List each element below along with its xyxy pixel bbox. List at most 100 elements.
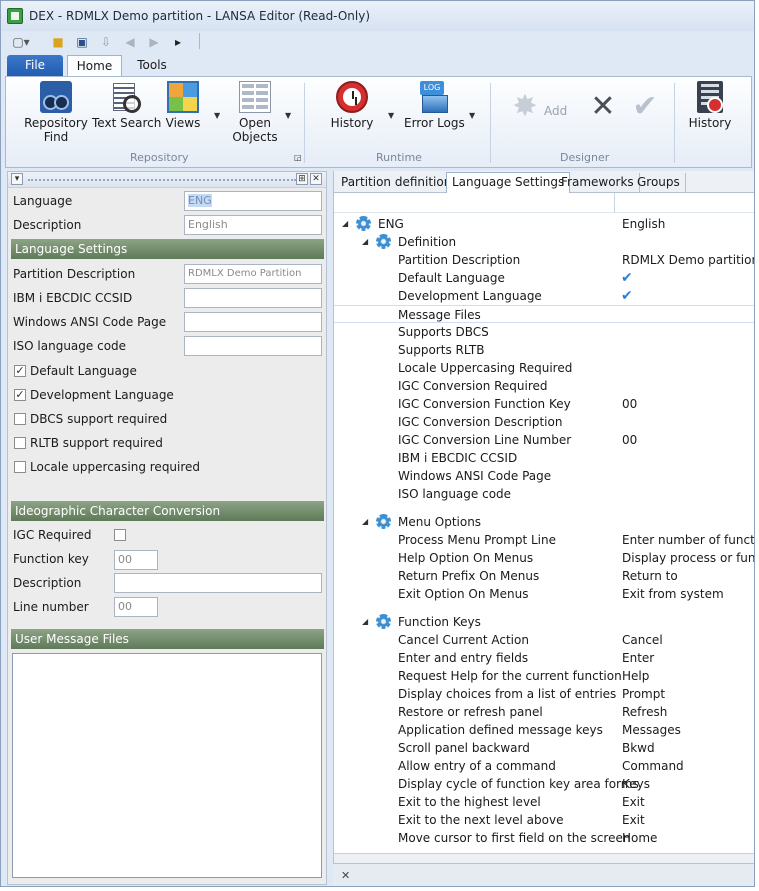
close-icon[interactable]: ✕: [341, 869, 350, 882]
open-folder-icon[interactable]: ■: [49, 33, 67, 51]
locale-uppercasing-checkbox[interactable]: [14, 461, 26, 473]
error-logs-button[interactable]: Error Logs: [404, 81, 465, 130]
more-icon[interactable]: ▸: [169, 33, 187, 51]
open-objects-button[interactable]: Open Objects: [230, 81, 280, 144]
history-button[interactable]: History: [328, 81, 376, 130]
collapse-triangle-icon[interactable]: ◢: [362, 613, 368, 631]
checkmark-icon: ✔: [621, 288, 633, 304]
development-language-checkbox[interactable]: ✓: [14, 389, 26, 401]
accept-check-icon[interactable]: ✔: [628, 91, 662, 123]
tab-partition-definition[interactable]: Partition definition: [336, 173, 458, 193]
tree-row[interactable]: IBM i EBCDIC CCSID: [334, 449, 754, 467]
tree-row[interactable]: Move cursor to first field on the screen…: [334, 829, 754, 847]
tree-row[interactable]: IGC Conversion Function Key 00: [334, 395, 754, 413]
collapse-triangle-icon[interactable]: ◢: [342, 215, 348, 233]
open-objects-label-1: Open: [238, 116, 272, 130]
description-field[interactable]: English: [184, 215, 322, 235]
rltb-checkbox[interactable]: [14, 437, 26, 449]
close-icon[interactable]: ✕: [310, 173, 322, 185]
tree-row[interactable]: Display cycle of function key area forms…: [334, 775, 754, 793]
tree-row[interactable]: Message Files: [334, 305, 754, 323]
pin-icon[interactable]: ⊞: [296, 173, 308, 185]
tab-groups[interactable]: Groups: [632, 173, 686, 193]
tree-row[interactable]: Restore or refresh panel Refresh: [334, 703, 754, 721]
back-arrow-icon[interactable]: ◀: [121, 33, 139, 51]
tree-row[interactable]: Enter and entry fields Enter: [334, 649, 754, 667]
tree-row[interactable]: Return Prefix On Menus Return to: [334, 567, 754, 585]
new-dropdown-icon[interactable]: ▢▾: [7, 33, 35, 51]
tree-row[interactable]: Allow entry of a command Command: [334, 757, 754, 775]
panel-menu-icon[interactable]: ▾: [11, 173, 23, 185]
tree-row-menu-options[interactable]: ◢ Menu Options: [334, 513, 754, 531]
history-label: History: [330, 116, 374, 130]
history-dropdown-icon[interactable]: ▼: [388, 111, 394, 120]
tree-row[interactable]: Process Menu Prompt Line Enter number of …: [334, 531, 754, 549]
text-search-button[interactable]: Text Search: [92, 81, 161, 130]
save-icon[interactable]: ▣: [73, 33, 91, 51]
tree-row[interactable]: IGC Conversion Description: [334, 413, 754, 431]
download-icon[interactable]: ⇩: [97, 33, 115, 51]
delete-x-icon[interactable]: ✕: [586, 91, 620, 123]
windows-ansi-field[interactable]: [184, 312, 322, 332]
default-language-checkbox[interactable]: ✓: [14, 365, 26, 377]
tree-row[interactable]: Exit Option On Menus Exit from system: [334, 585, 754, 603]
tree-row-root[interactable]: ◢ ENG English: [334, 215, 754, 233]
root-value: English: [622, 217, 666, 231]
horizontal-scroll-area[interactable]: [334, 853, 754, 863]
tree-row[interactable]: Scroll panel backward Bkwd: [334, 739, 754, 757]
tree-row[interactable]: Cancel Current Action Cancel: [334, 631, 754, 649]
dbcs-checkbox[interactable]: [14, 413, 26, 425]
drag-grip[interactable]: [28, 179, 296, 181]
properties-tabstrip: Partition definition Language Settings F…: [334, 171, 754, 193]
error-logs-dropdown-icon[interactable]: ▼: [469, 111, 475, 120]
tree-row[interactable]: Supports RLTB: [334, 341, 754, 359]
tree-row[interactable]: IGC Conversion Line Number 00: [334, 431, 754, 449]
add-button-label[interactable]: Add: [544, 105, 567, 118]
igc-description-field[interactable]: [114, 573, 322, 593]
partition-description-field[interactable]: RDMLX Demo Partition: [184, 264, 322, 284]
dialog-launcher-icon[interactable]: ◲: [294, 153, 302, 162]
tab-language-settings[interactable]: Language Settings: [446, 172, 571, 193]
tree-row[interactable]: Exit to the highest level Exit: [334, 793, 754, 811]
tree-row-definition[interactable]: ◢ Definition: [334, 233, 754, 251]
open-objects-icon: [239, 81, 271, 113]
collapse-triangle-icon[interactable]: ◢: [362, 233, 368, 251]
tree-row[interactable]: Application defined message keys Messages: [334, 721, 754, 739]
views-button[interactable]: Views: [162, 81, 204, 130]
tree-row[interactable]: Default Language ✔: [334, 269, 754, 287]
add-star-icon[interactable]: ✸: [508, 91, 542, 123]
tree-row[interactable]: IGC Conversion Required: [334, 377, 754, 395]
repository-find-button[interactable]: Repository Find: [24, 81, 88, 144]
tree-row[interactable]: Partition Description RDMLX Demo partitio…: [334, 251, 755, 269]
open-objects-dropdown-icon[interactable]: ▼: [285, 111, 291, 120]
forward-arrow-icon[interactable]: ▶: [145, 33, 163, 51]
tree-row[interactable]: Request Help for the current function Hel…: [334, 667, 754, 685]
tree-row[interactable]: Windows ANSI Code Page: [334, 467, 754, 485]
row-value: RDMLX Demo partition: [622, 253, 755, 267]
column-separator[interactable]: [614, 193, 615, 213]
tab-file[interactable]: File: [7, 55, 63, 77]
user-message-files-list[interactable]: [12, 653, 322, 878]
views-dropdown-icon[interactable]: ▼: [214, 111, 220, 120]
tab-frameworks[interactable]: Frameworks: [556, 173, 640, 193]
tree-row[interactable]: Help Option On Menus Display process or f…: [334, 549, 754, 567]
tree-row[interactable]: Display choices from a list of entries Pr…: [334, 685, 754, 703]
collapse-triangle-icon[interactable]: ◢: [362, 513, 368, 531]
tab-home[interactable]: Home: [67, 55, 122, 78]
iso-code-field[interactable]: [184, 336, 322, 356]
tree-row[interactable]: Supports DBCS: [334, 323, 754, 341]
ibm-ccsid-field[interactable]: [184, 288, 322, 308]
row-key: Exit Option On Menus: [398, 587, 529, 601]
tab-tools[interactable]: Tools: [125, 55, 179, 77]
language-field[interactable]: ENG: [184, 191, 322, 211]
tree-row-function-keys[interactable]: ◢ Function Keys: [334, 613, 754, 631]
tree-row[interactable]: ISO language code: [334, 485, 754, 503]
row-key: Partition Description: [398, 253, 521, 267]
line-number-field[interactable]: 00: [114, 597, 158, 617]
tree-row[interactable]: Development Language ✔: [334, 287, 754, 305]
igc-required-checkbox[interactable]: [114, 529, 126, 541]
function-key-field[interactable]: 00: [114, 550, 158, 570]
tree-row[interactable]: Exit to the next level above Exit: [334, 811, 754, 829]
tree-row[interactable]: Locale Uppercasing Required: [334, 359, 754, 377]
history-server-button[interactable]: History: [686, 81, 734, 130]
